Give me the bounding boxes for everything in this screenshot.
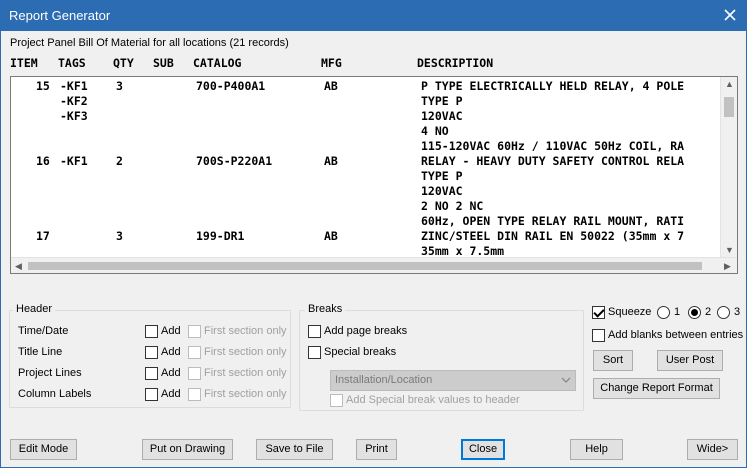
special-breaks-value: Installation/Location [335, 374, 433, 386]
column-labels-add-checkbox[interactable] [145, 388, 158, 401]
time-date-add-checkbox[interactable] [145, 325, 158, 338]
title-bar: Report Generator [0, 0, 747, 31]
row-description-line: 4 NO [421, 124, 449, 138]
project-lines-add-label: Add [161, 367, 181, 379]
time-date-first-checkbox[interactable] [188, 325, 201, 338]
window-title: Report Generator [9, 8, 111, 23]
window-close-button[interactable] [713, 0, 747, 31]
add-blanks-checkbox[interactable] [592, 329, 605, 342]
project-lines-label: Project Lines [18, 367, 82, 379]
squeeze-radio-2[interactable] [688, 306, 701, 319]
chevron-down-icon [561, 377, 571, 383]
row-qty: 3 [116, 79, 123, 93]
sort-button[interactable]: Sort [593, 350, 633, 371]
project-lines-add-checkbox[interactable] [145, 367, 158, 380]
project-lines-first-checkbox[interactable] [188, 367, 201, 380]
squeeze-radio-1[interactable] [657, 306, 670, 319]
row-qty: 3 [116, 229, 123, 243]
squeeze-radio-3[interactable] [717, 306, 730, 319]
add-page-breaks-checkbox[interactable] [308, 325, 321, 338]
column-labels-add-label: Add [161, 388, 181, 400]
special-breaks-checkbox[interactable] [308, 346, 321, 359]
edit-mode-button[interactable]: Edit Mode [10, 439, 77, 460]
scroll-up-icon[interactable]: ▲ [725, 79, 734, 89]
row-description-line: RELAY - HEAVY DUTY SAFETY CONTROL RELA [421, 154, 685, 168]
add-special-values-checkbox[interactable] [330, 394, 343, 407]
close-icon [724, 9, 736, 21]
row-qty: 2 [116, 154, 123, 168]
title-line-add-checkbox[interactable] [145, 346, 158, 359]
row-item: 16 [36, 154, 50, 168]
squeeze-label: Squeeze [608, 306, 652, 318]
col-description-header: DESCRIPTION [417, 56, 494, 70]
help-button[interactable]: Help [570, 439, 623, 460]
col-mfg-header: MFG [321, 56, 342, 70]
col-sub-header: SUB [153, 56, 174, 70]
add-page-breaks-label: Add page breaks [324, 325, 408, 337]
save-to-file-button[interactable]: Save to File [256, 439, 333, 460]
row-description-line: 2 NO 2 NC [421, 199, 484, 213]
horizontal-scroll-thumb[interactable] [28, 262, 702, 270]
special-breaks-select[interactable]: Installation/Location [330, 370, 576, 391]
column-labels-label: Column Labels [18, 388, 92, 400]
row-description-line: TYPE P [421, 94, 463, 108]
title-line-add-label: Add [161, 346, 181, 358]
squeeze-radio-2-label: 2 [705, 306, 712, 318]
column-labels-first-label: First section only [204, 388, 287, 400]
squeeze-radio-3-label: 3 [734, 306, 741, 318]
col-item-header: ITEM [10, 56, 38, 70]
project-lines-first-label: First section only [204, 367, 287, 379]
row-description-line: ZINC/STEEL DIN RAIL EN 50022 (35mm x 7 [421, 229, 685, 243]
add-blanks-label: Add blanks between entries [608, 329, 744, 341]
time-date-add-label: Add [161, 325, 181, 337]
wide-button[interactable]: Wide> [687, 439, 738, 460]
title-line-first-checkbox[interactable] [188, 346, 201, 359]
scroll-left-icon[interactable]: ◀ [15, 261, 22, 271]
row-tag: -KF3 [60, 109, 88, 123]
squeeze-radio-1-label: 1 [674, 306, 681, 318]
user-post-button[interactable]: User Post [657, 350, 723, 371]
row-mfg: AB [324, 154, 338, 168]
row-description-line: 60Hz, OPEN TYPE RELAY RAIL MOUNT, RATI [421, 214, 685, 228]
put-on-drawing-button[interactable]: Put on Drawing [142, 439, 233, 460]
close-button[interactable]: Close [461, 439, 505, 460]
column-labels-first-checkbox[interactable] [188, 388, 201, 401]
scroll-right-icon[interactable]: ▶ [724, 261, 731, 271]
row-mfg: AB [324, 229, 338, 243]
row-item: 15 [36, 79, 50, 93]
scroll-down-icon[interactable]: ▼ [725, 245, 734, 255]
squeeze-checkbox[interactable] [592, 306, 605, 319]
vertical-scroll-thumb[interactable] [724, 97, 734, 117]
title-line-label: Title Line [18, 346, 63, 358]
row-description-line: 120VAC [421, 184, 463, 198]
report-list[interactable]: 15 -KF1 -KF2 -KF3 3 700-P400A1 AB P TYPE ELECTR… [10, 76, 738, 274]
row-catalog: 700S-P220A1 [196, 154, 273, 168]
row-description-line: TYPE P [421, 169, 463, 183]
row-tag: -KF1 [60, 154, 88, 168]
print-button[interactable]: Print [356, 439, 397, 460]
breaks-group-label: Breaks [305, 303, 346, 315]
horizontal-scrollbar[interactable]: ◀ ▶ [11, 257, 737, 273]
add-special-values-label: Add Special break values to header [346, 394, 520, 406]
row-description-line: 115-120VAC 60Hz / 110VAC 50Hz COIL, RA [421, 139, 685, 153]
row-tag: -KF2 [60, 94, 88, 108]
row-tag: -KF1 [60, 79, 88, 93]
col-tags-header: TAGS [58, 56, 86, 70]
change-report-format-button[interactable]: Change Report Format [593, 378, 720, 399]
row-description-line: 120VAC [421, 109, 463, 123]
row-mfg: AB [324, 79, 338, 93]
time-date-first-label: First section only [204, 325, 287, 337]
header-group-label: Header [13, 303, 56, 315]
report-caption: Project Panel Bill Of Material for all l… [10, 37, 289, 49]
row-catalog: 199-DR1 [196, 229, 245, 243]
col-qty-header: QTY [113, 56, 134, 70]
vertical-scrollbar[interactable]: ▲ ▼ [720, 77, 737, 258]
title-line-first-label: First section only [204, 346, 287, 358]
col-catalog-header: CATALOG [193, 56, 242, 70]
row-description-line: P TYPE ELECTRICALLY HELD RELAY, 4 POLE [421, 79, 685, 93]
special-breaks-label: Special breaks [324, 346, 397, 358]
row-item: 17 [36, 229, 50, 243]
time-date-label: Time/Date [18, 325, 69, 337]
row-catalog: 700-P400A1 [196, 79, 266, 93]
